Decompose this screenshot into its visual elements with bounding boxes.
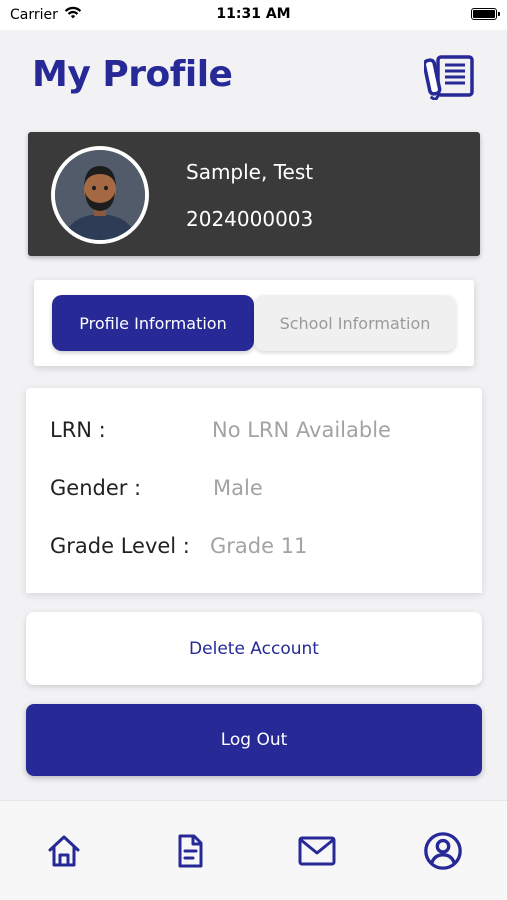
battery-icon: [471, 8, 500, 20]
document-icon[interactable]: [170, 831, 210, 871]
status-time: 11:31 AM: [216, 6, 291, 22]
mail-icon[interactable]: [297, 831, 337, 871]
lrn-value: No LRN Available: [212, 418, 391, 442]
bottom-nav: [0, 800, 507, 900]
tab-school-information[interactable]: School Information: [254, 295, 456, 351]
grade-level-value: Grade 11: [210, 534, 308, 558]
status-bar: Carrier 11:31 AM: [0, 0, 507, 30]
grade-level-label: Grade Level :: [50, 534, 190, 558]
info-row-lrn: LRN : No LRN Available: [50, 418, 470, 448]
delete-account-button[interactable]: Delete Account: [26, 612, 482, 685]
tab-switcher: Profile Information School Information: [34, 280, 474, 366]
info-row-gender: Gender : Male: [50, 476, 470, 506]
profile-name: Sample, Test: [186, 160, 314, 184]
profile-card: Sample, Test 2024000003: [28, 132, 480, 256]
tab-profile-information[interactable]: Profile Information: [52, 295, 254, 351]
lrn-label: LRN :: [50, 418, 106, 442]
avatar-image: [55, 150, 145, 240]
avatar: [51, 146, 149, 244]
documents-icon[interactable]: [422, 54, 476, 103]
profile-info-card: LRN : No LRN Available Gender : Male Gra…: [26, 388, 482, 593]
info-row-grade-level: Grade Level : Grade 11: [50, 534, 470, 564]
page-title: My Profile: [32, 54, 233, 95]
profile-id-number: 2024000003: [186, 207, 314, 231]
gender-label: Gender :: [50, 476, 142, 500]
profile-icon[interactable]: [423, 831, 463, 871]
gender-value: Male: [213, 476, 263, 500]
log-out-button[interactable]: Log Out: [26, 704, 482, 776]
home-icon[interactable]: [44, 831, 84, 871]
